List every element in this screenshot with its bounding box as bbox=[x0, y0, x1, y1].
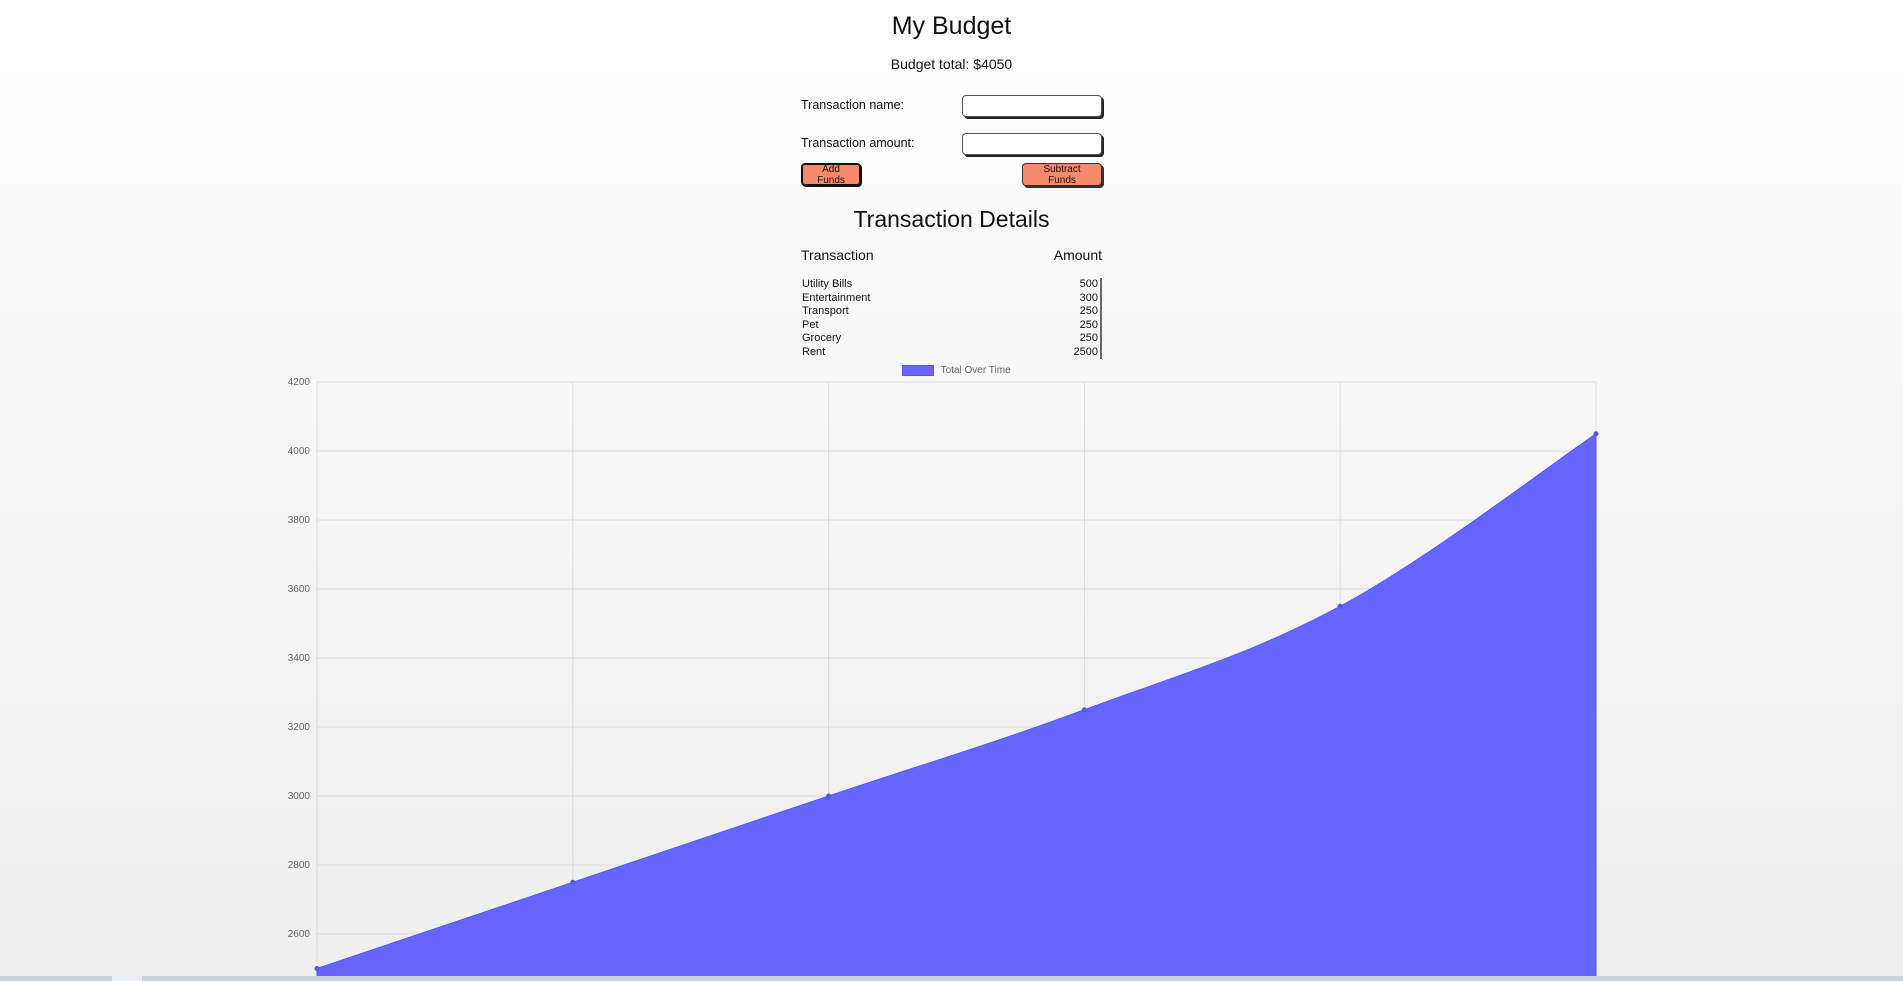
y-tick-label: 3000 bbox=[288, 791, 311, 802]
y-tick-label: 2800 bbox=[288, 860, 311, 871]
y-tick-label: 3600 bbox=[288, 584, 311, 595]
y-tick-label: 3400 bbox=[288, 653, 311, 664]
data-point bbox=[1593, 431, 1599, 437]
horizontal-scrollbar[interactable] bbox=[0, 976, 1903, 981]
y-tick-label: 3200 bbox=[288, 722, 311, 733]
y-tick-label: 2600 bbox=[288, 929, 311, 940]
data-point bbox=[1337, 603, 1343, 609]
y-tick-label: 3800 bbox=[288, 515, 311, 526]
scrollbar-thumb[interactable] bbox=[112, 976, 142, 981]
total-over-time-chart: 2600 2800 3000 3200 3400 3600 3800 4000 4200 bbox=[288, 377, 1599, 979]
total-area bbox=[316, 432, 1597, 979]
y-tick-label: 4000 bbox=[288, 446, 311, 457]
y-tick-label: 4200 bbox=[288, 377, 311, 388]
data-point bbox=[1081, 707, 1087, 713]
data-point bbox=[314, 966, 320, 971]
data-point bbox=[826, 793, 832, 799]
data-point bbox=[570, 879, 576, 885]
